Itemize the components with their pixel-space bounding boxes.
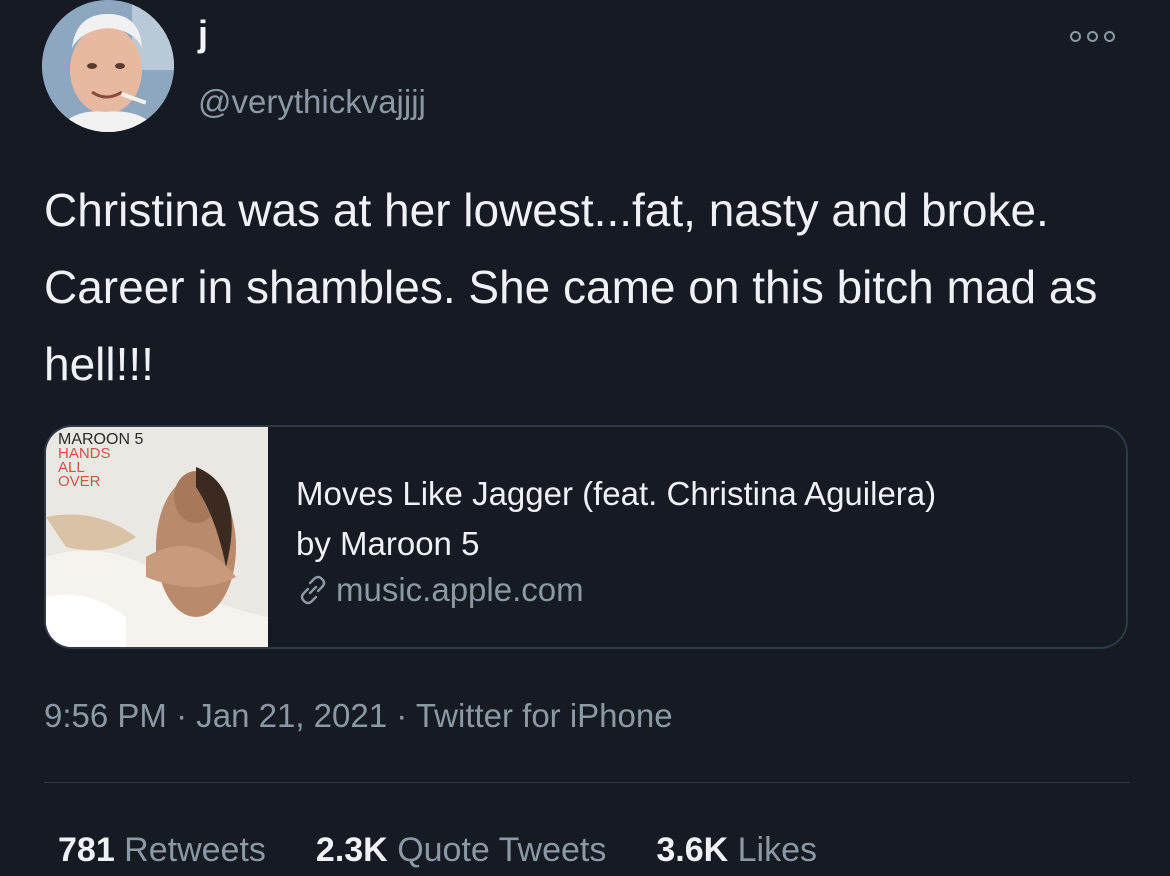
tweet-text: Christina was at her lowest...fat, nasty… (44, 184, 1111, 390)
album-cover-text: MAROON 5 HANDS ALL OVER (58, 432, 143, 490)
more-options-icon[interactable] (1070, 24, 1130, 48)
quote-tweets-label: Quote Tweets (387, 831, 607, 869)
tweet: j @verythickvajjjj Christina was at her … (0, 0, 1170, 876)
tweet-metadata: 9:56 PM · Jan 21, 2021 · Twitter for iPh… (44, 694, 673, 738)
card-domain: music.apple.com (296, 570, 584, 610)
dot (1104, 30, 1115, 42)
retweets-count: 781 (58, 831, 115, 869)
quote-tweets-stat[interactable]: 2.3K Quote Tweets (316, 828, 606, 872)
user-handle[interactable]: @verythickvajjjj (198, 82, 426, 122)
card-title: Moves Like Jagger (feat. Christina Aguil… (296, 469, 1096, 569)
tweet-source[interactable]: Twitter for iPhone (416, 697, 673, 734)
likes-count: 3.6K (656, 831, 729, 869)
divider (44, 782, 1130, 783)
profile-photo-icon (42, 0, 174, 132)
tweet-time[interactable]: 9:56 PM (44, 697, 167, 734)
card-domain-text: music.apple.com (336, 571, 584, 608)
link-preview-card[interactable]: MAROON 5 HANDS ALL OVER Moves Like Jagge… (44, 425, 1128, 649)
dot (1087, 30, 1098, 42)
separator: · (387, 697, 416, 734)
tweet-stats: 781 Retweets 2.3K Quote Tweets 3.6K Like… (58, 828, 867, 872)
avatar[interactable] (42, 0, 174, 132)
tweet-date[interactable]: Jan 21, 2021 (196, 697, 387, 734)
dot (1070, 30, 1081, 42)
retweets-label: Retweets (114, 831, 266, 869)
display-name[interactable]: j (198, 14, 208, 54)
likes-label: Likes (728, 831, 818, 869)
album-art: MAROON 5 HANDS ALL OVER (46, 427, 268, 647)
card-subtitle-line: by Maroon 5 (296, 525, 480, 562)
card-title-line: Moves Like Jagger (feat. Christina Aguil… (296, 475, 937, 512)
link-icon (300, 575, 326, 605)
quote-tweets-count: 2.3K (315, 831, 388, 869)
separator: · (166, 697, 197, 734)
album-title-line: OVER (58, 473, 101, 490)
likes-stat[interactable]: 3.6K Likes (656, 828, 817, 872)
retweets-stat[interactable]: 781 Retweets (58, 828, 266, 872)
